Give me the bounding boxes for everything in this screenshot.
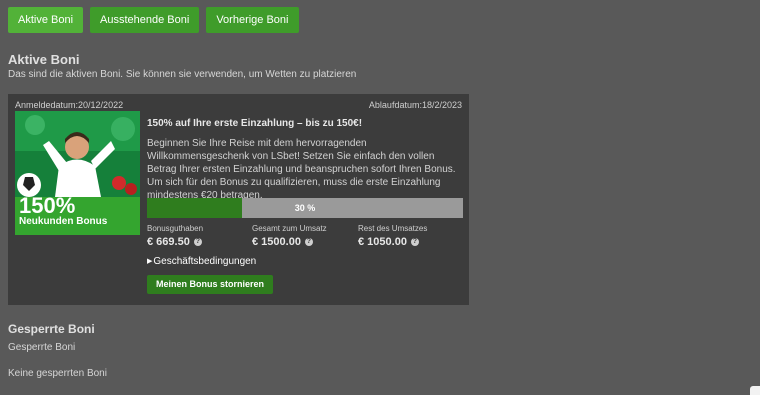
help-icon[interactable]: ?: [410, 238, 419, 246]
active-bonuses-description: Das sind die aktiven Boni. Sie können si…: [8, 69, 357, 80]
stat-label: Bonusguthaben: [147, 224, 204, 233]
stat-remaining-wagering: Rest des Umsatzes € 1050.00?: [358, 224, 427, 248]
corner-widget[interactable]: [750, 386, 760, 395]
help-icon[interactable]: ?: [304, 238, 313, 246]
promo-percent: 150%: [19, 193, 76, 218]
bonus-description: Beginnen Sie Ihre Reise mit dem hervorra…: [147, 138, 456, 201]
stat-bonus-balance: Bonusguthaben € 669.50?: [147, 224, 203, 248]
wagering-progress-bar: 30 %: [147, 198, 463, 218]
stat-total-wagering: Gesamt zum Umsatz € 1500.00?: [252, 224, 327, 248]
stat-label: Rest des Umsatzes: [358, 224, 428, 233]
terms-label: Geschäftsbedingungen: [153, 256, 257, 267]
blocked-bonuses-title: Gesperrte Boni: [8, 322, 95, 336]
bonus-start-date: Anmeldedatum:20/12/2022: [15, 100, 124, 110]
stat-value: € 1050.00: [358, 236, 407, 248]
blocked-bonuses-empty: Keine gesperrten Boni: [8, 368, 107, 379]
promo-subtitle: Neukunden Bonus: [19, 216, 108, 227]
blocked-bonuses-subtitle: Gesperrte Boni: [8, 342, 76, 353]
tab-active-bonuses[interactable]: Aktive Boni: [8, 7, 84, 33]
active-bonuses-title: Aktive Boni: [8, 52, 80, 67]
terms-toggle[interactable]: ▶Geschäftsbedingungen: [147, 256, 256, 267]
stat-value: € 669.50: [147, 236, 190, 248]
promo-image: 150% Neukunden Bonus: [15, 111, 140, 235]
bonus-card: Anmeldedatum:20/12/2022 Ablaufdatum:18/2…: [8, 94, 469, 305]
promo-player-illustration: [15, 111, 140, 197]
caret-right-icon: ▶: [147, 258, 153, 265]
cancel-bonus-button[interactable]: Meinen Bonus stornieren: [147, 275, 274, 294]
tab-pending-bonuses[interactable]: Ausstehende Boni: [90, 7, 200, 33]
bonus-title: 150% auf Ihre erste Einzahlung – bis zu …: [147, 118, 363, 129]
tab-previous-bonuses[interactable]: Vorherige Boni: [206, 7, 299, 33]
bonus-end-date: Ablaufdatum:18/2/2023: [368, 100, 462, 110]
help-icon[interactable]: ?: [193, 238, 202, 246]
stat-label: Gesamt zum Umsatz: [252, 224, 327, 233]
stat-value: € 1500.00: [252, 236, 301, 248]
bonus-tabs: Aktive Boni Ausstehende Boni Vorherige B…: [8, 7, 299, 33]
wagering-progress-label: 30 %: [294, 203, 316, 213]
